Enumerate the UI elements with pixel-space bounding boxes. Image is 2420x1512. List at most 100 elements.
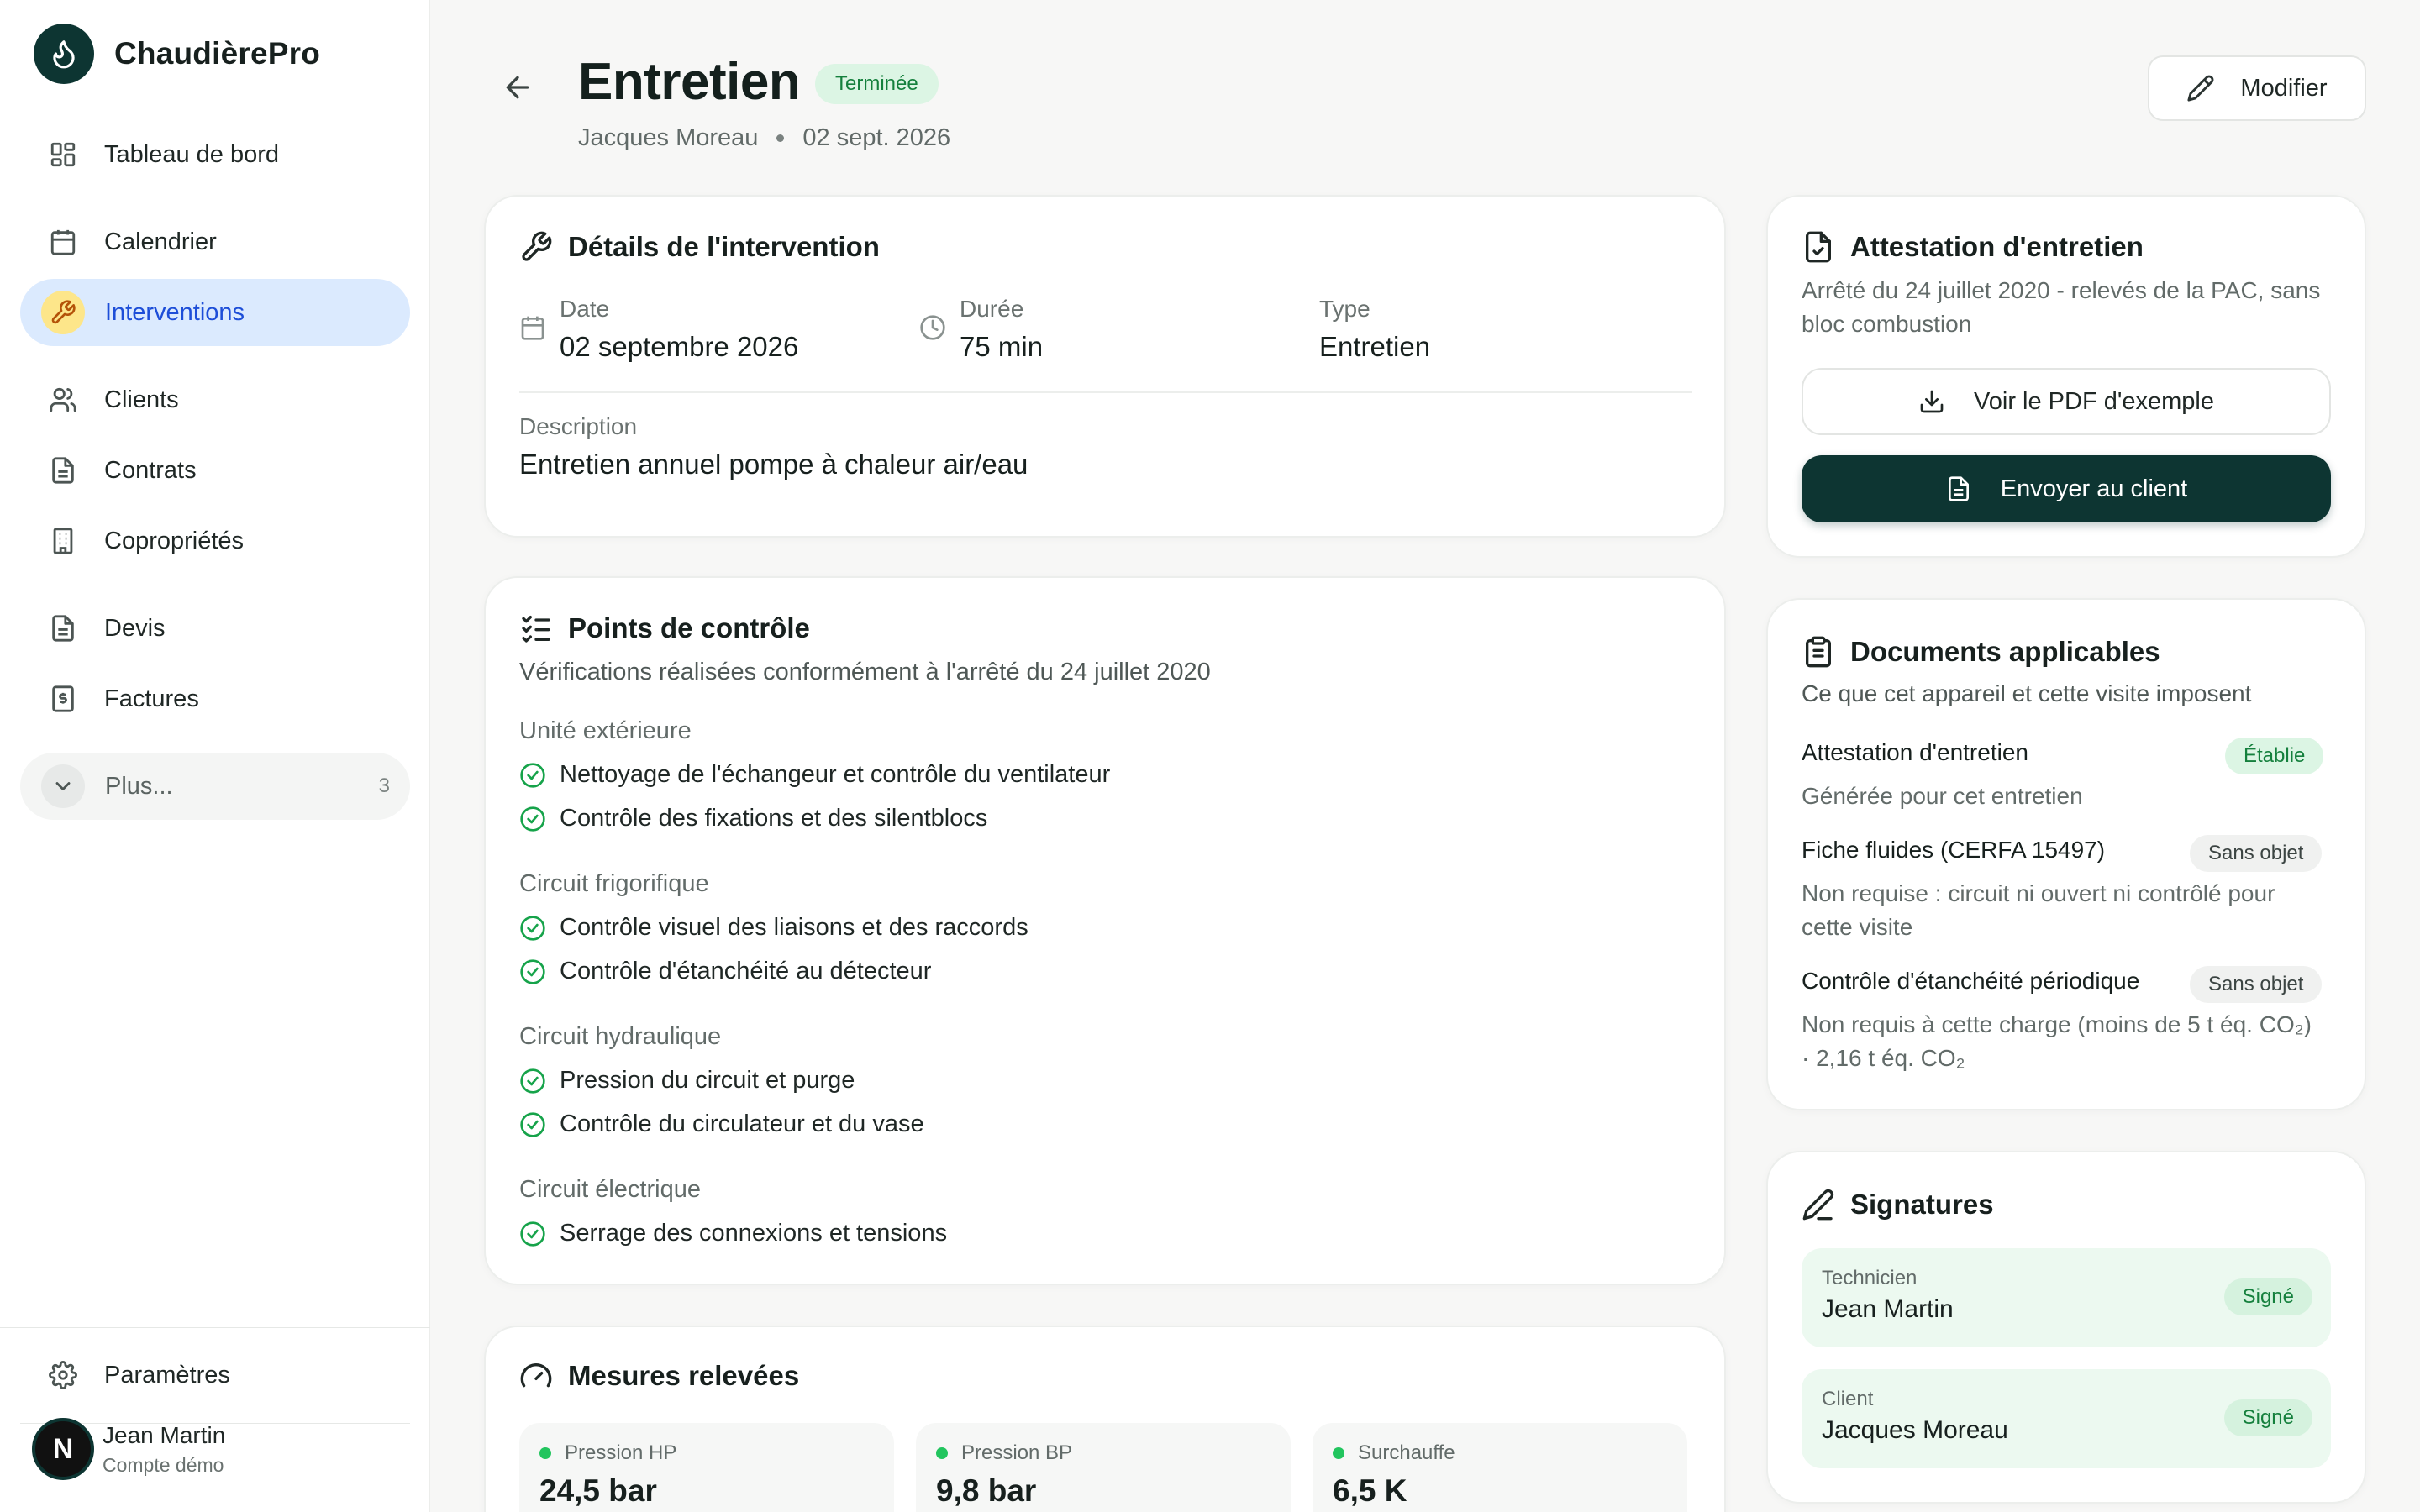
user-name: Jean Martin (103, 1421, 226, 1448)
intervention-date: 02 sept. 2026 (802, 124, 951, 151)
chevron-down-icon (51, 774, 75, 798)
documents-subtitle: Ce que cet appareil et cette visite impo… (1802, 680, 2252, 706)
sidebar-item-label: Factures (104, 685, 199, 712)
status-badge: Sans objet (2190, 835, 2323, 872)
attestation-title: Attestation d'entretien (1850, 231, 2144, 262)
sidebar-item-label: Paramètres (104, 1361, 230, 1389)
brand[interactable]: ChaudièrePro (34, 24, 320, 84)
edit-button-label: Modifier (2240, 74, 2328, 102)
checklist-icon (519, 612, 553, 645)
sidebar-item-interventions[interactable]: Interventions (20, 279, 410, 346)
sidebar-item-label: Clients (104, 386, 179, 413)
check-circle-icon (519, 1111, 546, 1138)
sidebar-item-label: Devis (104, 614, 166, 642)
attestation-description: Arrêté du 24 juillet 2020 - relevés de l… (1802, 277, 2321, 337)
pen-icon (1802, 1188, 1835, 1221)
sidebar-item-clients[interactable]: Clients (20, 366, 410, 433)
sidebar-item-factures[interactable]: Factures (20, 665, 410, 732)
check-circle-icon (519, 806, 546, 832)
status-dot (936, 1447, 948, 1459)
file-icon (49, 614, 77, 643)
signatures-title: Signatures (1850, 1189, 1994, 1220)
duration-field: Durée 75 min (960, 296, 1044, 362)
status-badge: Sans objet (2190, 966, 2323, 1003)
file-icon (49, 456, 77, 485)
divider (519, 391, 1692, 393)
documents-title: Documents applicables (1850, 636, 2160, 667)
check-circle-icon (519, 762, 546, 789)
sidebar-more-label: Plus... (105, 772, 173, 800)
measure-tile: Surchauffe 6,5 K (1313, 1423, 1687, 1512)
sidebar-item-coproprietes[interactable]: Copropriétés (20, 507, 410, 575)
sidebar-item-label: Interventions (105, 298, 245, 326)
sidebar-item-contracts[interactable]: Contrats (20, 437, 410, 504)
sidebar-item-settings[interactable]: Paramètres (20, 1341, 410, 1409)
calendar-icon (49, 228, 77, 256)
checklist-item: Nettoyage de l'échangeur et contrôle du … (519, 761, 1110, 789)
view-pdf-button[interactable]: Voir le PDF d'exemple (1802, 368, 2331, 435)
checklist-item: Serrage des connexions et tensions (519, 1220, 947, 1247)
status-badge: Terminée (815, 64, 939, 104)
checklist-item: Contrôle du circulateur et du vase (519, 1110, 924, 1138)
sidebar-item-label: Tableau de bord (104, 140, 279, 168)
group-title: Circuit frigorifique (519, 870, 709, 897)
sidebar-item-calendar[interactable]: Calendrier (20, 208, 410, 276)
sidebar-divider (0, 1327, 430, 1328)
group-title: Circuit hydraulique (519, 1023, 722, 1050)
sidebar-item-devis[interactable]: Devis (20, 595, 410, 662)
status-dot (539, 1447, 551, 1459)
app-name: ChaudièrePro (114, 36, 321, 71)
check-circle-icon (519, 1068, 546, 1095)
sidebar: ChaudièrePro Tableau de bord Calendrier … (0, 0, 430, 1512)
checkpoints-title: Points de contrôle (568, 612, 810, 643)
check-circle-icon (519, 1221, 546, 1247)
type-field: Type Entretien (1319, 296, 1431, 362)
user-menu[interactable]: N Jean Martin Compte démo (32, 1418, 225, 1480)
flame-logo-icon (34, 24, 94, 84)
status-dot (1333, 1447, 1344, 1459)
checklist-item: Contrôle des fixations et des silentbloc… (519, 805, 987, 832)
sidebar-item-dashboard[interactable]: Tableau de bord (20, 121, 410, 188)
checklist-item: Pression du circuit et purge (519, 1067, 855, 1095)
sidebar-more-button[interactable]: Plus... 3 (20, 753, 410, 820)
sidebar-item-label: Copropriétés (104, 527, 245, 554)
document-description: Générée pour cet entretien (1802, 783, 2083, 809)
separator-dot (776, 134, 785, 142)
back-button[interactable] (501, 71, 534, 104)
send-to-client-button[interactable]: Envoyer au client (1802, 455, 2331, 522)
gear-icon (49, 1361, 77, 1389)
document-description: Non requise : circuit ni ouvert ni contr… (1802, 880, 2275, 940)
users-icon (49, 386, 77, 414)
signature-row[interactable]: Technicien Jean Martin Signé (1802, 1248, 2331, 1347)
measures-title: Mesures relevées (568, 1360, 800, 1391)
group-title: Unité extérieure (519, 717, 692, 744)
signed-badge: Signé (2223, 1399, 2312, 1436)
check-circle-icon (519, 958, 546, 985)
check-circle-icon (519, 915, 546, 942)
calendar-icon (519, 314, 546, 341)
file-check-icon (1802, 230, 1835, 264)
building-icon (49, 527, 77, 555)
page-title: Entretien (578, 53, 801, 111)
checklist-item: Contrôle d'étanchéité au détecteur (519, 958, 931, 985)
arrow-left-icon (501, 71, 534, 104)
checkpoints-subtitle: Vérifications réalisées conformément à l… (519, 659, 1211, 685)
edit-button[interactable]: Modifier (2148, 55, 2366, 121)
measure-tile: Pression HP 24,5 bar (519, 1423, 894, 1512)
sidebar-item-label: Contrats (104, 456, 197, 484)
signature-row[interactable]: Client Jacques Moreau Signé (1802, 1369, 2331, 1468)
gauge-icon (519, 1359, 553, 1393)
signed-badge: Signé (2223, 1278, 2312, 1315)
dashboard-icon (49, 140, 77, 169)
group-title: Circuit électrique (519, 1176, 701, 1203)
measure-tile: Pression BP 9,8 bar (916, 1423, 1291, 1512)
document-description: Non requis à cette charge (moins de 5 t … (1802, 1011, 2312, 1071)
date-field: Date 02 septembre 2026 (560, 296, 799, 362)
document-title: Attestation d'entretien (1802, 739, 2028, 765)
clock-icon (919, 314, 946, 341)
checklist-item: Contrôle visuel des liaisons et des racc… (519, 914, 1028, 942)
user-subtitle: Compte démo (103, 1453, 224, 1476)
description-field: Description Entretien annuel pompe à cha… (519, 413, 1028, 480)
wrench-icon (50, 299, 76, 326)
invoice-icon (49, 685, 77, 713)
